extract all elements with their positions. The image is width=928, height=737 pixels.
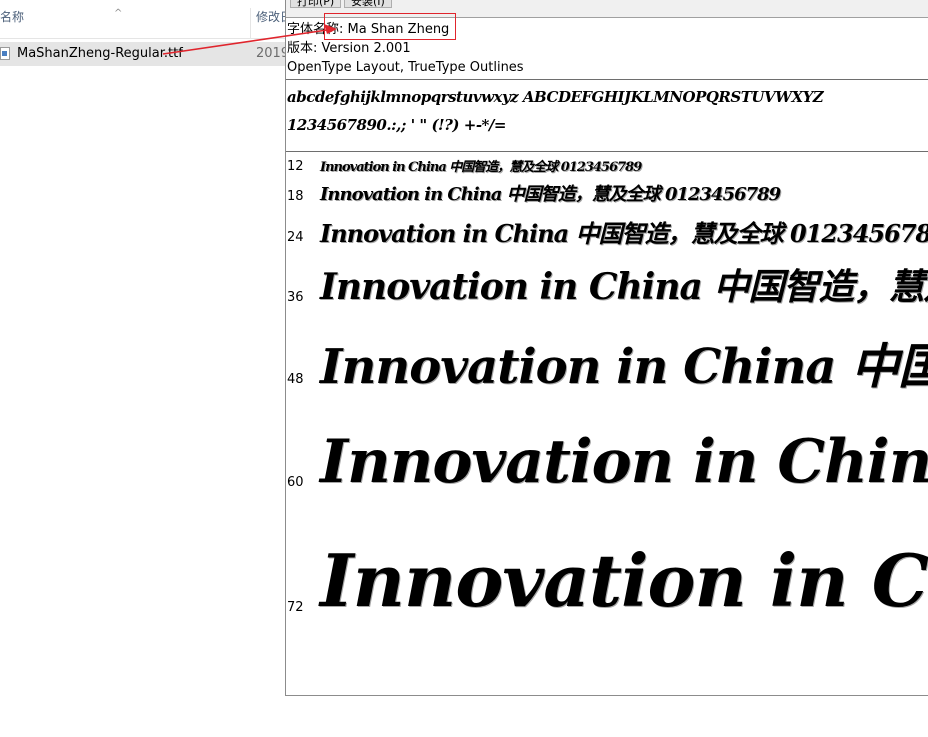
font-viewer-window: 打印(P) 安装(I) 字体名称: Ma Shan Zheng 版本: Vers… xyxy=(285,0,928,696)
sort-arrow-icon[interactable]: ^ xyxy=(114,8,122,19)
charset-letters: abcdefghijklmnopqrstuvwxyz ABCDEFGHIJKLM… xyxy=(287,88,824,106)
font-type: OpenType Layout, TrueType Outlines xyxy=(287,60,524,75)
install-button[interactable]: 安装(I) xyxy=(344,0,392,8)
print-button[interactable]: 打印(P) xyxy=(290,0,342,8)
sample-size-label: 18 xyxy=(287,189,304,204)
sample-text: Innovation in China 中国智造 xyxy=(320,339,928,395)
column-header-bar: ^ xyxy=(0,8,286,39)
highlight-box xyxy=(324,13,456,40)
file-explorer: ^ 名称 修改日 MaShanZheng-Regular.ttf 2019 xyxy=(0,0,292,737)
sample-size-label: 48 xyxy=(287,372,304,387)
sample-text: Innovation in China 中国智造，慧及全球 0123456789 xyxy=(320,160,642,175)
column-header-name[interactable]: 名称 xyxy=(0,8,24,25)
sample-size-label: 60 xyxy=(287,475,304,490)
sample-text: Innovation in China 中国智造，慧及全球 0123456789 xyxy=(320,219,928,248)
font-file-icon xyxy=(0,47,10,60)
sample-text: Innovation in China 中国智造，慧及全球 0123456789 xyxy=(320,184,781,205)
sample-text: Innovation in China 中国 xyxy=(320,427,928,497)
separator-charset xyxy=(286,151,928,152)
charset-symbols: 1234567890.:,; ' " (!?) +-*/= xyxy=(287,116,506,134)
sample-size-label: 12 xyxy=(287,159,304,174)
sample-size-label: 24 xyxy=(287,230,304,245)
file-row-selected[interactable]: MaShanZheng-Regular.ttf 2019 xyxy=(0,42,289,66)
separator-info xyxy=(286,79,928,80)
sample-text: Innovation in China 中国智造，慧及 xyxy=(320,266,928,308)
sample-size-label: 72 xyxy=(287,600,304,615)
sample-size-label: 36 xyxy=(287,290,304,305)
file-name[interactable]: MaShanZheng-Regular.ttf xyxy=(17,46,183,61)
sample-text: Innovation in China 中 xyxy=(320,538,928,623)
column-divider[interactable] xyxy=(250,8,251,38)
font-version: 版本: Version 2.001 xyxy=(287,41,411,56)
